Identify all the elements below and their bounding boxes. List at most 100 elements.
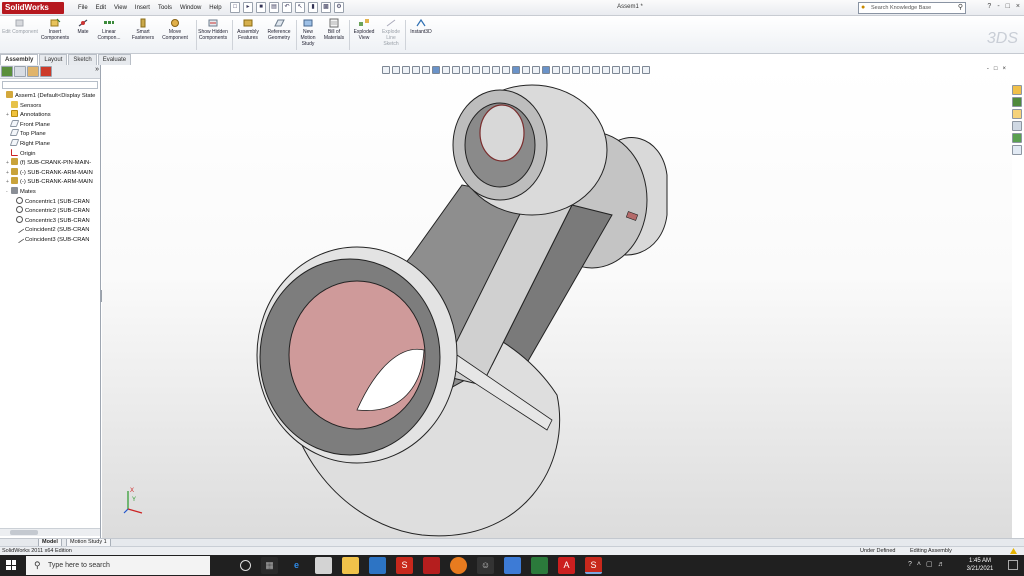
chevron-up-icon[interactable]: ˄ xyxy=(917,558,921,572)
tree-node[interactable]: + (-) SUB-CRANK-ARM-MAIN xyxy=(1,177,100,187)
tree-node[interactable]: Coincident2 (SUB-CRAN xyxy=(1,225,100,235)
view-palette-icon[interactable] xyxy=(1012,121,1022,131)
menu-help[interactable]: Help xyxy=(205,3,225,13)
exploded-view-button[interactable]: Exploded View xyxy=(350,18,378,41)
tree-node[interactable]: Assem1 (Default<Display State xyxy=(1,91,100,101)
tree-node[interactable]: + (-) SUB-CRANK-ARM-MAIN xyxy=(1,167,100,178)
show-hidden-components-button[interactable]: Show Hidden Components xyxy=(195,18,231,41)
bill-of-materials-button[interactable]: Bill of Materials xyxy=(320,18,348,41)
design-library-icon[interactable] xyxy=(1012,97,1022,107)
app-icon-dark[interactable]: ☺ xyxy=(477,557,494,574)
explode-line-sketch-button[interactable]: Explode Line Sketch xyxy=(378,18,404,47)
menu-edit[interactable]: Edit xyxy=(92,3,110,13)
app-icon-red[interactable] xyxy=(423,557,440,574)
scrollbar-thumb[interactable] xyxy=(10,530,38,535)
rebuild-icon[interactable]: ▮ xyxy=(308,2,318,13)
reference-geometry-button[interactable]: Reference Geometry xyxy=(263,18,295,41)
custom-properties-icon[interactable] xyxy=(1012,145,1022,155)
edit-component-button[interactable]: Edit Component xyxy=(2,18,38,35)
maximize-button[interactable]: □ xyxy=(1006,3,1010,10)
insert-components-icon xyxy=(50,18,61,27)
tab-sketch[interactable]: Sketch xyxy=(68,54,97,65)
photos-icon[interactable] xyxy=(504,557,521,574)
mail-icon[interactable] xyxy=(369,557,386,574)
crank-assembly-model[interactable] xyxy=(102,65,1012,538)
tree-node[interactable]: Sensors xyxy=(1,100,100,111)
tree-node[interactable]: Concentric2 (SUB-CRAN xyxy=(1,206,100,216)
save-icon[interactable]: ■ xyxy=(256,2,266,13)
tab-evaluate[interactable]: Evaluate xyxy=(97,54,132,65)
tab-layout[interactable]: Layout xyxy=(39,54,68,65)
volume-icon[interactable]: ♬ xyxy=(938,558,945,572)
appearances-icon[interactable] xyxy=(1012,133,1022,143)
move-component-button[interactable]: Move Component xyxy=(158,18,192,41)
tree-node[interactable]: Front Plane xyxy=(1,119,100,130)
solidworks-active-icon[interactable]: S xyxy=(585,557,602,574)
search-icon: ⚲ xyxy=(34,560,41,570)
tree-node[interactable]: - Mates xyxy=(1,186,100,197)
tree-node[interactable]: Right Plane xyxy=(1,138,100,149)
tree-node[interactable]: Origin xyxy=(1,148,100,159)
task-view-icon[interactable]: ▦ xyxy=(261,557,278,574)
solidworks-resources-icon[interactable] xyxy=(1012,85,1022,95)
close-button[interactable]: × xyxy=(1016,3,1020,10)
solidworks-logo[interactable]: SolidWorks xyxy=(2,2,64,14)
acrobat-icon[interactable]: A xyxy=(558,557,575,574)
linear-component-pattern-button[interactable]: Linear Compon... xyxy=(94,18,124,41)
insert-components-button[interactable]: Insert Components xyxy=(38,18,72,41)
select-icon[interactable]: ↖ xyxy=(295,2,305,13)
undo-icon[interactable]: ↶ xyxy=(282,2,292,13)
model-tabs-bar: Model Motion Study 1 xyxy=(0,538,1024,547)
tree-node[interactable]: Concentric3 (SUB-CRAN xyxy=(1,215,100,226)
print-icon[interactable]: ▤ xyxy=(269,2,279,13)
menu-insert[interactable]: Insert xyxy=(131,3,154,13)
options-icon[interactable]: ⚙ xyxy=(334,2,344,13)
cortana-icon[interactable] xyxy=(240,560,251,571)
help-tray-icon[interactable]: ? xyxy=(908,558,912,572)
menu-window[interactable]: Window xyxy=(176,3,205,13)
tree-node-label: Front Plane xyxy=(20,121,50,128)
menu-tools[interactable]: Tools xyxy=(154,3,176,13)
search-knowledge-base[interactable]: ● Search Knowledge Base ⚲ xyxy=(858,2,966,14)
search-go-icon[interactable]: ⚲ xyxy=(958,4,963,12)
property-manager-tab-icon[interactable] xyxy=(14,66,26,77)
display-manager-tab-icon[interactable] xyxy=(40,66,52,77)
new-file-icon[interactable]: □ xyxy=(230,2,240,13)
minimize-button[interactable]: - xyxy=(997,3,999,10)
menu-file[interactable]: File xyxy=(74,3,92,13)
file-properties-icon[interactable]: ▩ xyxy=(321,2,331,13)
tab-assembly[interactable]: Assembly xyxy=(0,54,39,65)
graphics-viewport[interactable]: - □ × X Y xyxy=(102,65,1012,538)
solidworks-app-icon[interactable]: S xyxy=(396,557,413,574)
file-explorer-icon[interactable] xyxy=(1012,109,1022,119)
taskbar-search-box[interactable]: ⚲ Type here to search xyxy=(26,556,210,575)
rebuild-warning-icon[interactable] xyxy=(1010,548,1017,554)
taskbar-clock[interactable]: 1:45 AM 3/21/2021 xyxy=(960,557,1000,573)
help-button[interactable]: ? xyxy=(987,3,991,10)
configuration-manager-tab-icon[interactable] xyxy=(27,66,39,77)
edge-browser-icon[interactable]: e xyxy=(288,557,305,574)
windows-start-icon[interactable] xyxy=(6,560,16,570)
app-icon-green[interactable] xyxy=(531,557,548,574)
tree-node[interactable]: + Annotations xyxy=(1,110,100,120)
new-motion-study-button[interactable]: New Motion Study xyxy=(297,18,319,47)
tree-node[interactable]: Top Plane xyxy=(1,129,100,139)
tree-node[interactable]: Coincident3 (SUB-CRAN xyxy=(1,234,100,245)
mate-button[interactable]: Mate xyxy=(74,18,92,35)
menu-view[interactable]: View xyxy=(110,3,131,13)
feature-tree-scrollbar[interactable] xyxy=(0,528,100,536)
feature-filter-input[interactable] xyxy=(2,81,98,89)
panel-expand-icon[interactable]: » xyxy=(95,66,99,77)
assembly-features-button[interactable]: Assembly Features xyxy=(233,18,263,41)
instant3d-button[interactable]: Instant3D xyxy=(406,18,436,35)
network-icon[interactable]: ▢ xyxy=(926,558,933,572)
smart-fasteners-button[interactable]: Smart Fasteners xyxy=(127,18,159,41)
tree-node[interactable]: + (f) SUB-CRANK-PIN-MAIN- xyxy=(1,158,100,168)
tree-node[interactable]: Concentric1 (SUB-CRAN xyxy=(1,196,100,207)
firefox-icon[interactable] xyxy=(450,557,467,574)
feature-tree-tab-icon[interactable] xyxy=(1,66,13,77)
open-file-icon[interactable]: ▸ xyxy=(243,2,253,13)
notifications-icon[interactable] xyxy=(1008,560,1018,570)
file-explorer-icon[interactable] xyxy=(342,557,359,574)
calculator-icon[interactable] xyxy=(315,557,332,574)
